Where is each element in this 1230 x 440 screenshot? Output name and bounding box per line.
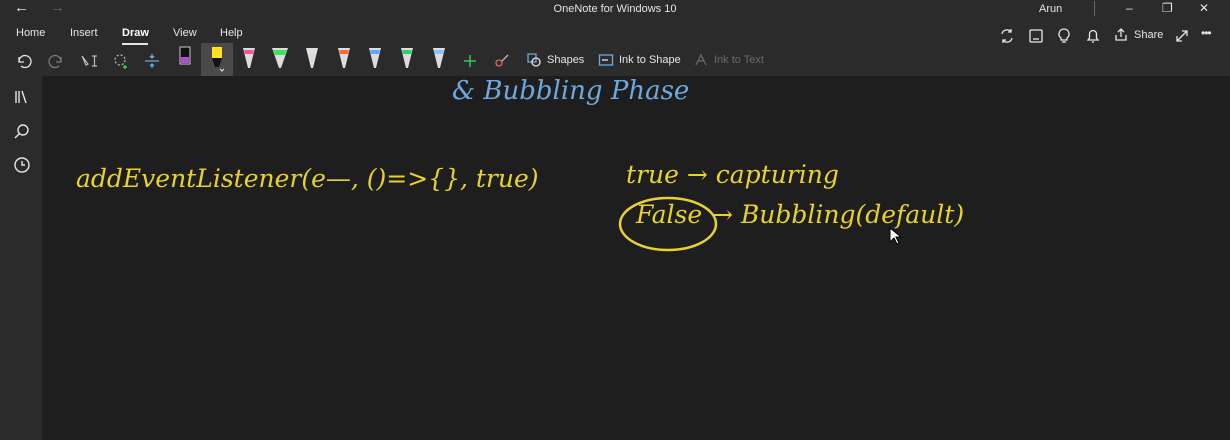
highlighter-tool[interactable] (208, 46, 226, 72)
restore-button[interactable]: ❐ (1162, 0, 1173, 18)
navigation-bar (0, 76, 42, 440)
ink-heading: & Bubbling Phase (452, 76, 690, 106)
ink-to-shape-button[interactable]: Ink to Shape (598, 51, 681, 69)
ink-circle (618, 196, 718, 252)
pen-tool-7[interactable] (398, 46, 416, 72)
tab-help[interactable]: Help (220, 27, 243, 39)
pen-tool-6[interactable] (366, 46, 384, 72)
ribbon: Home Insert Draw View Help Share ••• Sha… (0, 18, 1230, 76)
ink-to-text-button[interactable]: Ink to Text (693, 51, 764, 69)
recent-notes-icon[interactable] (13, 156, 31, 174)
pen-tool-1[interactable] (176, 46, 194, 72)
pen-tool-2[interactable] (240, 46, 258, 72)
tab-view[interactable]: View (173, 27, 197, 39)
share-label: Share (1134, 29, 1164, 41)
tab-home[interactable]: Home (16, 27, 45, 39)
shapes-icon (526, 52, 542, 68)
share-button[interactable]: Share (1113, 26, 1163, 44)
more-options-button[interactable]: ••• (1201, 26, 1212, 40)
shapes-button[interactable]: Shapes (526, 51, 584, 69)
notebooks-icon[interactable] (13, 88, 31, 106)
tab-draw-underline (122, 43, 148, 45)
expand-icon[interactable] (1171, 25, 1193, 47)
ink-to-shape-label: Ink to Shape (619, 54, 681, 66)
ink-to-text-icon (693, 52, 709, 68)
pen-tool-5[interactable] (335, 46, 353, 72)
title-bar: ← → OneNote for Windows 10 Arun – ❐ ✕ (0, 0, 1230, 18)
lasso-select-icon[interactable] (110, 50, 132, 72)
minimize-button[interactable]: – (1126, 0, 1133, 18)
note-canvas[interactable]: & Bubbling Phase addEventListener(e—, ()… (42, 76, 1230, 440)
type-select-icon[interactable] (78, 50, 100, 72)
ink-code-line: addEventListener(e—, ()=>{}, true) (76, 164, 539, 193)
ink-bubbling-line: → Bubbling(default) (712, 200, 965, 229)
pen-tool-4[interactable] (303, 46, 321, 72)
lightbulb-icon[interactable] (1053, 25, 1075, 47)
undo-icon[interactable] (13, 50, 35, 72)
tab-draw[interactable]: Draw (122, 27, 149, 39)
ink-to-text-label: Ink to Text (714, 54, 764, 66)
sync-icon[interactable] (996, 25, 1018, 47)
pen-tool-8[interactable] (430, 46, 448, 72)
title-separator (1094, 1, 1095, 16)
share-icon (1113, 27, 1129, 43)
ink-replay-icon[interactable] (491, 50, 513, 72)
add-space-icon[interactable] (141, 50, 163, 72)
ink-true-line: true → capturing (626, 160, 839, 189)
shapes-label: Shapes (547, 54, 585, 66)
pen-tool-3[interactable] (271, 46, 289, 72)
notebook-icon[interactable] (1025, 25, 1047, 47)
mouse-cursor-icon (889, 227, 903, 245)
bell-icon[interactable] (1082, 25, 1104, 47)
tab-insert[interactable]: Insert (70, 27, 98, 39)
search-icon[interactable] (13, 122, 31, 140)
close-button[interactable]: ✕ (1199, 0, 1209, 18)
ink-to-shape-icon (598, 52, 614, 68)
add-pen-icon[interactable] (459, 50, 481, 72)
redo-icon[interactable] (45, 50, 67, 72)
user-name[interactable]: Arun (1039, 3, 1062, 15)
